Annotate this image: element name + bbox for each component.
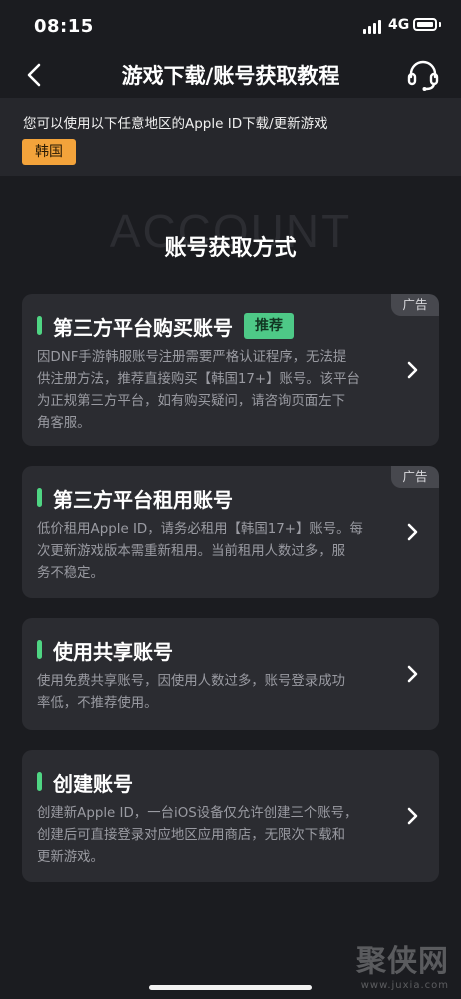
card-accent-bar <box>37 640 42 659</box>
customer-service-button[interactable] <box>405 58 441 92</box>
desc-line: 务不稳定。 <box>37 566 104 581</box>
desc-line: 使用免费共享账号，因使用人数过多，账号登录成功 <box>37 674 345 689</box>
watermark-url: www.juxia.com <box>360 980 449 991</box>
nav-bar: 游戏下载/账号获取教程 <box>0 52 461 98</box>
region-notice: 您可以使用以下任意地区的Apple ID下载/更新游戏 韩国 <box>0 98 461 176</box>
desc-line: 次更新游戏版本需重新租用。当前租用人数过多，服 <box>37 544 345 559</box>
card-description: 使用免费共享账号，因使用人数过多，账号登录成功 率低，不推荐使用。 <box>37 671 387 715</box>
card-title: 使用共享账号 <box>53 640 173 664</box>
section-header: ACCOUNT 账号获取方式 <box>0 200 461 280</box>
home-indicator[interactable] <box>149 985 312 990</box>
status-time: 08:15 <box>34 16 94 37</box>
desc-line: 创建后可直接登录对应地区应用商店，无限次下载和 <box>37 828 345 843</box>
headset-icon <box>407 60 439 91</box>
page-title: 游戏下载/账号获取教程 <box>121 64 340 88</box>
network-type: 4G <box>388 17 410 33</box>
recommend-badge: 推荐 <box>244 313 294 339</box>
battery-tip <box>439 22 441 27</box>
chevron-right-icon <box>407 665 418 683</box>
desc-line: 角客服。 <box>37 416 91 431</box>
card-rent-account[interactable]: 广告 第三方平台租用账号 低价租用Apple ID，请务必租用【韩国17+】账号… <box>22 466 439 598</box>
card-title: 创建账号 <box>53 772 133 796</box>
desc-line: 低价租用Apple ID，请务必租用【韩国17+】账号。每 <box>37 522 363 537</box>
card-accent-bar <box>37 772 42 791</box>
card-accent-bar <box>37 488 42 507</box>
desc-line: 率低，不推荐使用。 <box>37 696 158 711</box>
card-accent-bar <box>37 316 42 335</box>
desc-line: 更新游戏。 <box>37 850 104 865</box>
desc-line: 供注册方法，推荐直接购买【韩国17+】账号。该平台 <box>37 372 360 387</box>
card-shared-account[interactable]: 使用共享账号 使用免费共享账号，因使用人数过多，账号登录成功 率低，不推荐使用。 <box>22 618 439 730</box>
chevron-right-icon <box>407 523 418 541</box>
card-description: 创建新Apple ID，一台iOS设备仅允许创建三个账号， 创建后可直接登录对应… <box>37 803 387 869</box>
section-title: 账号获取方式 <box>164 236 297 261</box>
desc-line: 因DNF手游韩服账号注册需要严格认证程序，无法提 <box>37 350 347 365</box>
site-watermark: 聚侠网 www.juxia.com <box>356 936 449 991</box>
card-create-account[interactable]: 创建账号 创建新Apple ID，一台iOS设备仅允许创建三个账号， 创建后可直… <box>22 750 439 882</box>
ad-badge: 广告 <box>391 294 439 316</box>
card-description: 低价租用Apple ID，请务必租用【韩国17+】账号。每 次更新游戏版本需重新… <box>37 519 387 585</box>
desc-line: 为正规第三方平台，如有购买疑问，请咨询页面左下 <box>37 394 345 409</box>
ad-badge: 广告 <box>391 466 439 488</box>
region-tag[interactable]: 韩国 <box>22 139 76 165</box>
card-buy-account[interactable]: 广告 第三方平台购买账号 推荐 因DNF手游韩服账号注册需要严格认证程序，无法提… <box>22 294 439 446</box>
chevron-right-icon <box>407 361 418 379</box>
card-title: 第三方平台购买账号 <box>53 316 233 340</box>
signal-icon <box>363 20 383 34</box>
desc-line: 创建新Apple ID，一台iOS设备仅允许创建三个账号， <box>37 806 358 821</box>
notice-text: 您可以使用以下任意地区的Apple ID下载/更新游戏 <box>23 116 328 132</box>
battery-icon <box>413 18 437 31</box>
card-description: 因DNF手游韩服账号注册需要严格认证程序，无法提 供注册方法，推荐直接购买【韩国… <box>37 347 387 435</box>
chevron-right-icon <box>407 807 418 825</box>
status-bar: 08:15 4G <box>0 0 461 52</box>
card-title: 第三方平台租用账号 <box>53 488 233 512</box>
watermark-logo: 聚侠网 <box>356 944 449 979</box>
